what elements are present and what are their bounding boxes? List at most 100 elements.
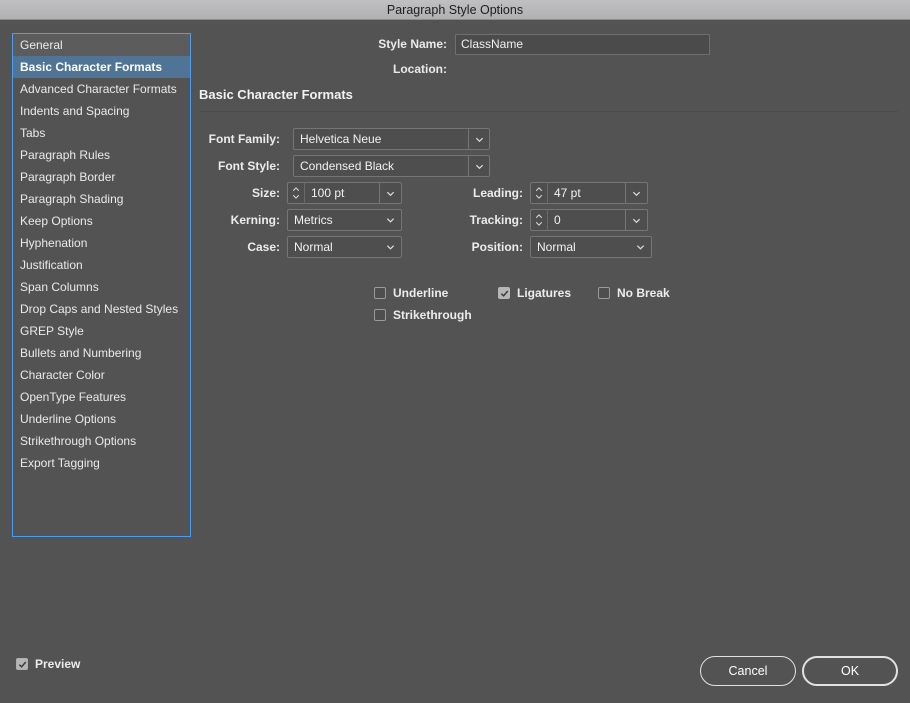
sidebar-item-bullets-and-numbering[interactable]: Bullets and Numbering bbox=[13, 342, 190, 364]
chevron-down-icon bbox=[632, 191, 641, 196]
size-chevron-down-icon[interactable] bbox=[380, 182, 402, 204]
sidebar-item-strikethrough-options[interactable]: Strikethrough Options bbox=[13, 430, 190, 452]
sidebar-item-export-tagging[interactable]: Export Tagging bbox=[13, 452, 190, 474]
chevron-up-icon[interactable] bbox=[292, 187, 300, 192]
sidebar-item-character-color[interactable]: Character Color bbox=[13, 364, 190, 386]
strikethrough-label: Strikethrough bbox=[393, 308, 472, 322]
sidebar-item-advanced-character-formats[interactable]: Advanced Character Formats bbox=[13, 78, 190, 100]
position-dropdown[interactable]: Normal bbox=[530, 236, 652, 258]
checkbox-box[interactable] bbox=[598, 287, 610, 299]
tracking-label: Tracking: bbox=[469, 213, 523, 227]
ligatures-label: Ligatures bbox=[517, 286, 572, 300]
font-style-label: Font Style: bbox=[218, 159, 280, 173]
case-value: Normal bbox=[294, 240, 333, 254]
font-family-combobox[interactable]: Helvetica Neue bbox=[287, 128, 490, 150]
leading-stepper[interactable] bbox=[530, 182, 548, 204]
section-divider bbox=[199, 111, 898, 112]
category-list[interactable]: General Basic Character Formats Advanced C… bbox=[12, 33, 191, 537]
sidebar-item-general[interactable]: General bbox=[13, 34, 190, 56]
location-label: Location: bbox=[393, 62, 447, 76]
strikethrough-checkbox[interactable]: Strikethrough bbox=[374, 308, 498, 322]
font-style-value[interactable]: Condensed Black bbox=[293, 155, 468, 177]
chevron-up-icon[interactable] bbox=[535, 214, 543, 219]
section-title: Basic Character Formats bbox=[199, 87, 353, 102]
font-family-chevron-down-icon[interactable] bbox=[468, 128, 490, 150]
case-dropdown[interactable]: Normal bbox=[287, 236, 402, 258]
font-family-label: Font Family: bbox=[208, 132, 280, 146]
no-break-checkbox[interactable]: No Break bbox=[598, 286, 670, 300]
sidebar-item-basic-character-formats[interactable]: Basic Character Formats bbox=[13, 56, 190, 78]
sidebar-item-span-columns[interactable]: Span Columns bbox=[13, 276, 190, 298]
case-position-row: Case: Normal Position: Normal bbox=[199, 236, 898, 258]
kerning-value: Metrics bbox=[294, 213, 333, 227]
check-icon bbox=[500, 290, 508, 297]
character-options-row-2: Strikethrough bbox=[374, 308, 898, 322]
checkbox-box[interactable] bbox=[374, 309, 386, 321]
check-icon bbox=[18, 661, 26, 668]
checkbox-box[interactable] bbox=[374, 287, 386, 299]
kerning-tracking-row: Kerning: Metrics Tracking: 0 bbox=[199, 209, 898, 231]
chevron-up-icon[interactable] bbox=[535, 187, 543, 192]
preview-label: Preview bbox=[35, 657, 81, 671]
tracking-chevron-down-icon[interactable] bbox=[626, 209, 648, 231]
sidebar-item-paragraph-border[interactable]: Paragraph Border bbox=[13, 166, 190, 188]
dialog-footer: Preview Cancel OK bbox=[0, 643, 910, 703]
font-family-row: Font Family: Helvetica Neue bbox=[199, 128, 898, 150]
underline-checkbox[interactable]: Underline bbox=[374, 286, 498, 300]
paragraph-style-options-dialog: General Basic Character Formats Advanced C… bbox=[0, 20, 910, 703]
sidebar-item-paragraph-shading[interactable]: Paragraph Shading bbox=[13, 188, 190, 210]
location-row: Location: bbox=[197, 61, 898, 77]
style-name-row: Style Name: bbox=[197, 33, 898, 55]
leading-value[interactable]: 47 pt bbox=[548, 182, 626, 204]
ok-button[interactable]: OK bbox=[802, 656, 898, 686]
sidebar-item-opentype-features[interactable]: OpenType Features bbox=[13, 386, 190, 408]
chevron-down-icon bbox=[636, 245, 645, 250]
font-family-value[interactable]: Helvetica Neue bbox=[293, 128, 468, 150]
style-name-label: Style Name: bbox=[378, 37, 447, 51]
size-value[interactable]: 100 pt bbox=[305, 182, 380, 204]
chevron-down-icon[interactable] bbox=[535, 194, 543, 199]
tracking-value[interactable]: 0 bbox=[548, 209, 626, 231]
preview-checkbox[interactable]: Preview bbox=[16, 657, 80, 671]
chevron-down-icon[interactable] bbox=[535, 221, 543, 226]
underline-label: Underline bbox=[393, 286, 449, 300]
font-style-combobox[interactable]: Condensed Black bbox=[287, 155, 490, 177]
cancel-button[interactable]: Cancel bbox=[700, 656, 796, 686]
chevron-down-icon bbox=[386, 191, 395, 196]
leading-label: Leading: bbox=[473, 186, 523, 200]
checkbox-box[interactable] bbox=[498, 287, 510, 299]
sidebar-item-grep-style[interactable]: GREP Style bbox=[13, 320, 190, 342]
chevron-down-icon bbox=[475, 137, 483, 142]
sidebar-item-keep-options[interactable]: Keep Options bbox=[13, 210, 190, 232]
kerning-dropdown[interactable]: Metrics bbox=[287, 209, 402, 231]
size-stepper-group[interactable]: 100 pt bbox=[287, 182, 402, 204]
sidebar-item-underline-options[interactable]: Underline Options bbox=[13, 408, 190, 430]
size-stepper[interactable] bbox=[287, 182, 305, 204]
sidebar-item-tabs[interactable]: Tabs bbox=[13, 122, 190, 144]
size-leading-row: Size: 100 pt Leading: 47 pt bbox=[199, 182, 898, 204]
style-name-input[interactable] bbox=[455, 33, 710, 55]
position-label: Position: bbox=[471, 240, 523, 254]
no-break-label: No Break bbox=[617, 286, 670, 300]
sidebar-item-paragraph-rules[interactable]: Paragraph Rules bbox=[13, 144, 190, 166]
chevron-down-icon bbox=[386, 218, 395, 223]
window-title: Paragraph Style Options bbox=[386, 2, 524, 17]
chevron-down-icon[interactable] bbox=[292, 194, 300, 199]
checkbox-box[interactable] bbox=[16, 658, 28, 670]
kerning-label: Kerning: bbox=[230, 213, 280, 227]
position-value: Normal bbox=[537, 240, 576, 254]
sidebar-item-indents-and-spacing[interactable]: Indents and Spacing bbox=[13, 100, 190, 122]
font-style-chevron-down-icon[interactable] bbox=[468, 155, 490, 177]
tracking-stepper-group[interactable]: 0 bbox=[530, 209, 648, 231]
sidebar-item-drop-caps-and-nested-styles[interactable]: Drop Caps and Nested Styles bbox=[13, 298, 190, 320]
ligatures-checkbox[interactable]: Ligatures bbox=[498, 286, 598, 300]
tracking-stepper[interactable] bbox=[530, 209, 548, 231]
window-titlebar: Paragraph Style Options bbox=[0, 0, 910, 20]
sidebar-item-hyphenation[interactable]: Hyphenation bbox=[13, 232, 190, 254]
size-label: Size: bbox=[251, 186, 280, 200]
options-panel: Style Name: Location: Basic Character Fo… bbox=[197, 33, 898, 322]
sidebar-item-justification[interactable]: Justification bbox=[13, 254, 190, 276]
leading-stepper-group[interactable]: 47 pt bbox=[530, 182, 648, 204]
case-label: Case: bbox=[247, 240, 280, 254]
leading-chevron-down-icon[interactable] bbox=[626, 182, 648, 204]
